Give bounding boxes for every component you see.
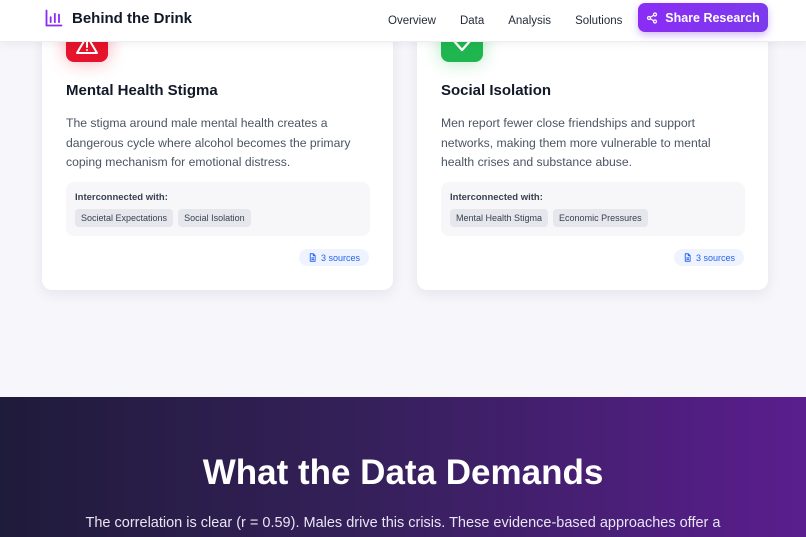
card-social-isolation: Social Isolation Men report fewer close …: [417, 0, 768, 290]
section-subtitle: The correlation is clear (r = 0.59). Mal…: [85, 515, 721, 531]
document-icon: [309, 253, 316, 262]
share-research-button[interactable]: Share Research: [638, 3, 768, 32]
interconnected-box: Interconnected with: Societal Expectatio…: [66, 182, 370, 236]
card-title: Social Isolation: [441, 82, 552, 99]
tag-economic-pressures[interactable]: Economic Pressures: [553, 209, 648, 227]
sources-label: 3 sources: [320, 252, 360, 263]
interconnected-label: Interconnected with:: [75, 192, 168, 203]
nav-link-analysis[interactable]: Analysis: [508, 15, 551, 27]
brand-name: Behind the Drink: [72, 9, 193, 27]
card-description: Men report fewer close friendships and s…: [441, 116, 711, 169]
bar-chart-icon: [45, 9, 63, 27]
top-nav: Behind the Drink Overview Data Analysis …: [0, 0, 806, 42]
share-research-label: Share Research: [665, 10, 760, 25]
tag-societal-expectations[interactable]: Societal Expectations: [75, 209, 174, 227]
card-mental-health-stigma: Mental Health Stigma The stigma around m…: [42, 0, 393, 290]
nav-link-solutions[interactable]: Solutions: [575, 15, 622, 27]
nav-links: Overview Data Analysis Solutions: [388, 0, 646, 42]
brand[interactable]: Behind the Drink: [44, 8, 192, 28]
sources-label: 3 sources: [695, 252, 735, 263]
interconnected-box: Interconnected with: Mental Health Stigm…: [441, 182, 745, 236]
nav-link-overview[interactable]: Overview: [388, 15, 436, 27]
section-title: What the Data Demands: [202, 453, 604, 492]
data-demands-section: What the Data Demands The correlation is…: [0, 397, 806, 537]
sources-badge[interactable]: 3 sources: [298, 249, 369, 266]
document-icon: [684, 253, 691, 262]
sources-badge[interactable]: 3 sources: [673, 249, 744, 266]
card-description: The stigma around male mental health cre…: [66, 116, 351, 169]
tag-mental-health-stigma[interactable]: Mental Health Stigma: [450, 209, 549, 227]
tag-social-isolation[interactable]: Social Isolation: [178, 209, 251, 227]
tag-list: Mental Health Stigma Economic Pressures: [450, 209, 648, 227]
tag-list: Societal Expectations Social Isolation: [75, 209, 251, 227]
card-title: Mental Health Stigma: [66, 82, 218, 99]
interconnected-label: Interconnected with:: [450, 192, 543, 203]
nav-link-data[interactable]: Data: [460, 15, 484, 27]
share-icon: [647, 11, 658, 24]
